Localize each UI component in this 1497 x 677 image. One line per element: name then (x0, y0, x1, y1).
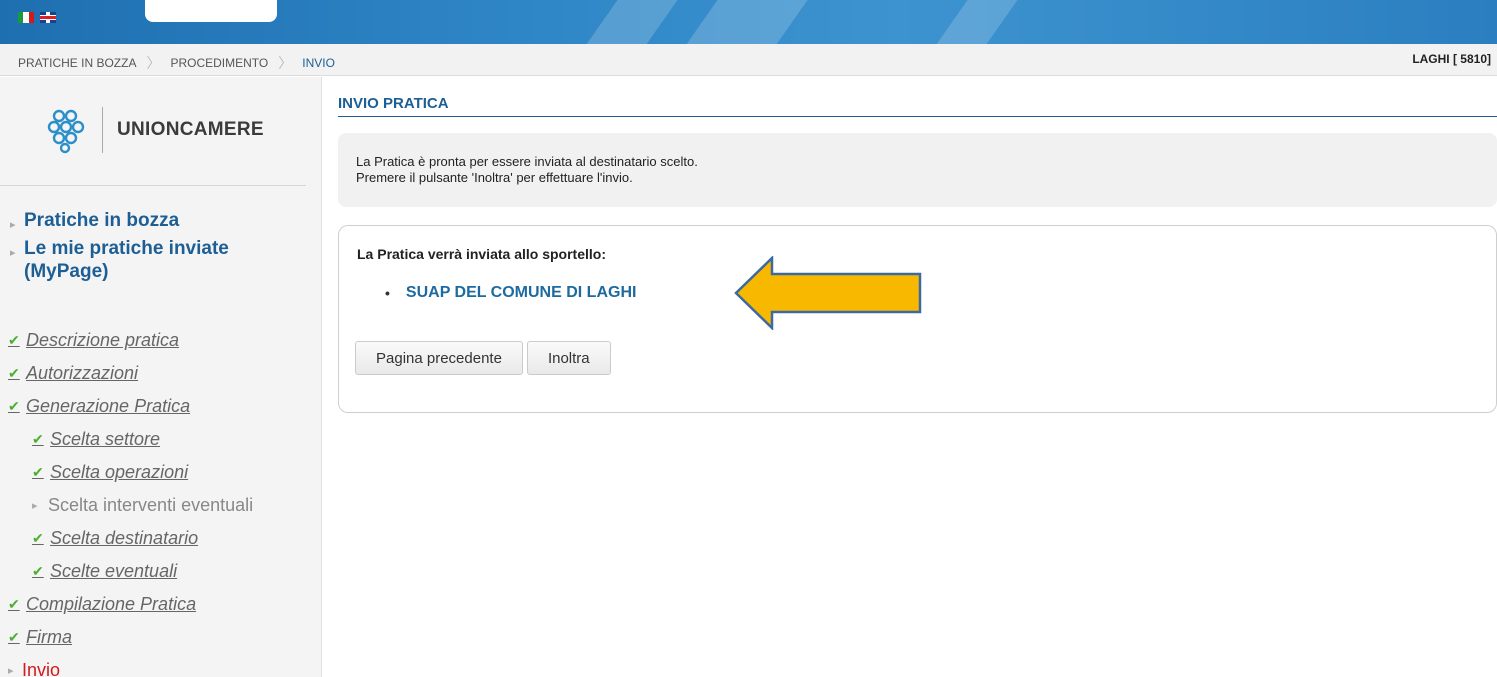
check-icon: ✔ (32, 464, 44, 480)
bullet-icon: ▸ (10, 219, 16, 231)
bullet-icon: ▸ (10, 247, 16, 259)
page-title: INVIO PRATICA (338, 95, 449, 112)
step-descrizione-pratica[interactable]: ✔ Descrizione pratica (8, 324, 253, 357)
step-autorizzazioni[interactable]: ✔ Autorizzazioni (8, 357, 253, 390)
annotation-arrow-icon (734, 256, 922, 330)
step-label: Descrizione pratica (26, 330, 180, 350)
info-text: La Pratica è pronta per essere inviata a… (356, 154, 698, 169)
breadcrumb-separator: 〉 (278, 55, 293, 71)
check-icon: ✔ (32, 563, 44, 579)
previous-page-button[interactable]: Pagina precedente (355, 341, 523, 375)
step-label: Firma (26, 627, 72, 647)
sidebar-item-label: Le mie pratiche inviate (MyPage) (24, 238, 229, 282)
info-box: La Pratica è pronta per essere inviata a… (338, 133, 1497, 207)
step-label: Generazione Pratica (26, 396, 191, 416)
sidebar: UNIONCAMERE ▸ Pratiche in bozza ▸ Le mie… (0, 77, 322, 677)
step-label: Scelta operazioni (50, 462, 189, 482)
check-icon: ✔ (8, 398, 20, 414)
step-scelta-interventi-eventuali: ▸ Scelta interventi eventuali (8, 489, 253, 522)
brand-divider (102, 107, 103, 153)
bullet-icon: ▸ (8, 665, 14, 677)
banner-decoration (675, 0, 815, 44)
check-icon: ✔ (8, 332, 20, 348)
header-logo-tab (145, 0, 277, 22)
bullet-icon: ▸ (32, 500, 38, 512)
brand-name: UNIONCAMERE (117, 119, 264, 140)
breadcrumb-item-invio: INVIO (302, 56, 335, 70)
uk-flag-icon[interactable] (40, 12, 56, 23)
step-firma[interactable]: ✔ Firma (8, 621, 253, 654)
banner-decoration (575, 0, 685, 44)
check-icon: ✔ (8, 596, 20, 612)
unioncamere-logo-icon (47, 109, 85, 154)
it-flag-icon[interactable] (18, 12, 34, 23)
breadcrumb: PRATICHE IN BOZZA 〉 PROCEDIMENTO 〉 INVIO (18, 53, 335, 73)
check-icon: ✔ (32, 431, 44, 447)
info-text: Premere il pulsante 'Inoltra' per effett… (356, 170, 633, 185)
title-underline (338, 116, 1497, 117)
step-label: Invio (22, 660, 61, 677)
language-selector (18, 12, 56, 23)
forward-button[interactable]: Inoltra (526, 341, 611, 375)
step-invio: ▸ Invio (8, 654, 253, 677)
step-list: ✔ Descrizione pratica ✔ Autorizzazioni ✔ Ge… (8, 324, 253, 677)
user-label: LAGHI [ 5810] (1412, 52, 1491, 66)
step-compilazione-pratica[interactable]: ✔ Compilazione Pratica (8, 588, 253, 621)
breadcrumb-item-pratiche-in-bozza[interactable]: PRATICHE IN BOZZA (18, 56, 136, 70)
breadcrumb-separator: 〉 (146, 55, 161, 71)
step-label: Compilazione Pratica (26, 594, 197, 614)
destination-name: SUAP DEL COMUNE DI LAGHI (405, 284, 637, 301)
step-label: Scelte eventuali (50, 561, 178, 581)
check-icon: ✔ (32, 530, 44, 546)
breadcrumb-bar: PRATICHE IN BOZZA 〉 PROCEDIMENTO 〉 INVIO… (0, 44, 1497, 76)
action-buttons: Pagina precedente Inoltra (355, 341, 611, 375)
destination-item: • SUAP DEL COMUNE DI LAGHI (385, 284, 636, 302)
sidebar-item-label: Pratiche in bozza (24, 210, 180, 231)
step-label: Scelta interventi eventuali (48, 495, 254, 515)
check-icon: ✔ (8, 365, 20, 381)
sidebar-item-mie-pratiche[interactable]: ▸ Le mie pratiche inviate (MyPage) (10, 237, 274, 283)
sidebar-item-pratiche-in-bozza[interactable]: ▸ Pratiche in bozza (10, 209, 274, 237)
divider (0, 185, 306, 186)
brand-logo: UNIONCAMERE (44, 105, 264, 155)
breadcrumb-item-procedimento[interactable]: PROCEDIMENTO (170, 56, 268, 70)
step-label: Scelta settore (50, 429, 161, 449)
top-banner (0, 0, 1497, 44)
step-label: Scelta destinatario (50, 528, 199, 548)
step-scelta-settore[interactable]: ✔ Scelta settore (8, 423, 253, 456)
banner-decoration (925, 0, 1025, 44)
step-scelte-eventuali[interactable]: ✔ Scelte eventuali (8, 555, 253, 588)
step-scelta-destinatario[interactable]: ✔ Scelta destinatario (8, 522, 253, 555)
check-icon: ✔ (8, 629, 20, 645)
step-generazione-pratica[interactable]: ✔ Generazione Pratica (8, 390, 253, 423)
bullet-icon: • (385, 285, 390, 301)
step-label: Autorizzazioni (26, 363, 139, 383)
step-scelta-operazioni[interactable]: ✔ Scelta operazioni (8, 456, 253, 489)
panel-heading: La Pratica verrà inviata allo sportello: (357, 246, 606, 262)
sidebar-links: ▸ Pratiche in bozza ▸ Le mie pratiche in… (10, 209, 274, 283)
